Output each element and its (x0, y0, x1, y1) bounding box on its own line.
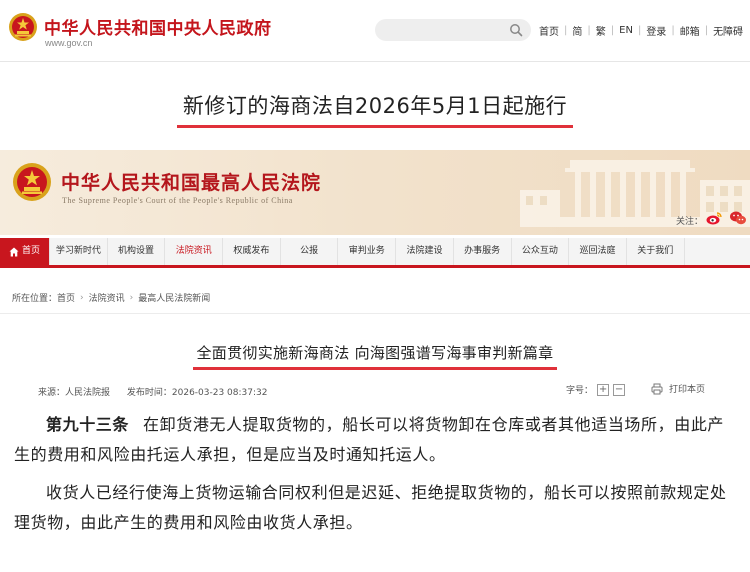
gov-nav-english[interactable]: EN (619, 25, 633, 36)
court-nav-circuit[interactable]: 巡回法庭 (569, 238, 627, 265)
breadcrumb-home[interactable]: 首页 (57, 291, 75, 304)
font-increase-button[interactable]: + (597, 383, 610, 396)
court-nav-interaction[interactable]: 公众互动 (512, 238, 570, 265)
court-nav-news[interactable]: 法院资讯 (165, 238, 224, 265)
gov-site-title[interactable]: 中华人民共和国中央人民政府 (44, 14, 272, 39)
clause-number: 第九十三条 (46, 415, 130, 434)
breadcrumb-chevron-icon: › (129, 292, 134, 303)
article-publish-time: 发布时间：2026-03-23 08:37:32 (126, 388, 268, 398)
headline-banner: 新修订的海商法自2026年5月1日起施行 (0, 90, 750, 128)
article-header: 全面贯彻实施新海商法 向海图强谱写海事审判新篇章 (0, 342, 750, 370)
weibo-icon[interactable] (706, 210, 722, 226)
court-nav-trials[interactable]: 审判业务 (338, 238, 397, 265)
court-site-title[interactable]: 中华人民共和国最高人民法院 (61, 168, 321, 195)
gov-nav-home[interactable]: 首页 (539, 23, 559, 38)
gov-nav-simplified[interactable]: 简 (572, 23, 582, 38)
breadcrumb-label: 所在位置： (12, 294, 58, 304)
follow-label: 关注： (676, 217, 704, 227)
court-nav-home-label: 首页 (21, 246, 40, 256)
nav-separator: | (671, 25, 675, 36)
court-nav-releases[interactable]: 权威发布 (223, 238, 281, 265)
nav-separator: | (610, 25, 615, 36)
font-size-label: 字号： (566, 386, 594, 396)
article-source: 来源：人民法院报 (38, 388, 111, 398)
court-header: 中华人民共和国最高人民法院 The Supreme People's Court… (0, 150, 750, 235)
breadcrumb: 所在位置： 首页 › 法院资讯 › 最高人民法院新闻 (12, 291, 210, 305)
divider (0, 313, 750, 314)
nav-separator: | (704, 25, 709, 36)
court-nav-study[interactable]: 学习新时代 (50, 238, 108, 265)
article-paragraph: 收货人已经行使海上货物运输合同权利但是迟延、拒绝提取货物的，船长可以按照前款规定… (14, 478, 740, 538)
font-decrease-button[interactable]: − (613, 383, 626, 396)
court-nav-gazette[interactable]: 公报 (281, 238, 339, 265)
court-site-subtitle: The Supreme People's Court of the People… (62, 196, 293, 205)
article-title: 全面贯彻实施新海商法 向海图强谱写海事审判新篇章 (192, 342, 558, 370)
gov-top-nav: 首页 | 简 | 繁 | EN | 登录 | 邮箱 | 无障碍 (539, 23, 743, 38)
nav-separator: | (637, 25, 642, 36)
gov-header: 中华人民共和国中央人民政府 www.gov.cn 首页 | 简 | 繁 | EN… (0, 0, 750, 62)
breadcrumb-chevron-icon: › (80, 292, 84, 303)
court-main-nav: 首页 学习新时代 机构设置 法院资讯 权威发布 公报 审判业务 法院建设 办事服… (0, 238, 750, 268)
font-size-control: 字号： + − (566, 383, 626, 396)
article-body: 第九十三条 在卸货港无人提取货物的，船长可以将货物卸在仓库或者其他适当场所，由此产… (14, 410, 740, 538)
nav-separator: | (564, 25, 568, 36)
search-icon[interactable] (509, 23, 523, 37)
article-paragraph: 第九十三条 在卸货港无人提取货物的，船长可以将货物卸在仓库或者其他适当场所，由此产… (14, 410, 740, 470)
court-nav-about[interactable]: 关于我们 (627, 238, 685, 265)
national-emblem-icon[interactable] (8, 12, 38, 42)
gov-nav-mail[interactable]: 邮箱 (680, 23, 700, 38)
gov-nav-accessibility[interactable]: 无障碍 (713, 23, 743, 38)
search-input[interactable] (375, 19, 531, 41)
breadcrumb-news[interactable]: 法院资讯 (89, 291, 125, 304)
court-nav-construction[interactable]: 法院建设 (396, 238, 454, 265)
article-meta: 来源：人民法院报 发布时间：2026-03-23 08:37:32 (38, 385, 267, 398)
paragraph-text: 收货人已经行使海上货物运输合同权利但是迟延、拒绝提取货物的，船长可以按照前款规定… (14, 483, 727, 532)
headline-text: 新修订的海商法自2026年5月1日起施行 (176, 90, 574, 128)
gov-nav-login[interactable]: 登录 (646, 23, 666, 38)
print-label: 打印本页 (669, 385, 706, 395)
gov-nav-traditional[interactable]: 繁 (596, 23, 606, 38)
breadcrumb-court-news[interactable]: 最高人民法院新闻 (138, 291, 210, 304)
gov-site-url: www.gov.cn (45, 38, 93, 48)
wechat-icon[interactable] (729, 210, 747, 226)
print-button[interactable]: 打印本页 (651, 382, 705, 395)
printer-icon (651, 383, 663, 394)
nav-separator: | (587, 25, 591, 36)
court-emblem-icon[interactable] (12, 162, 52, 202)
court-nav-services[interactable]: 办事服务 (454, 238, 512, 265)
home-icon (9, 247, 19, 256)
court-nav-organization[interactable]: 机构设置 (108, 238, 166, 265)
court-nav-home[interactable]: 首页 (0, 238, 50, 265)
